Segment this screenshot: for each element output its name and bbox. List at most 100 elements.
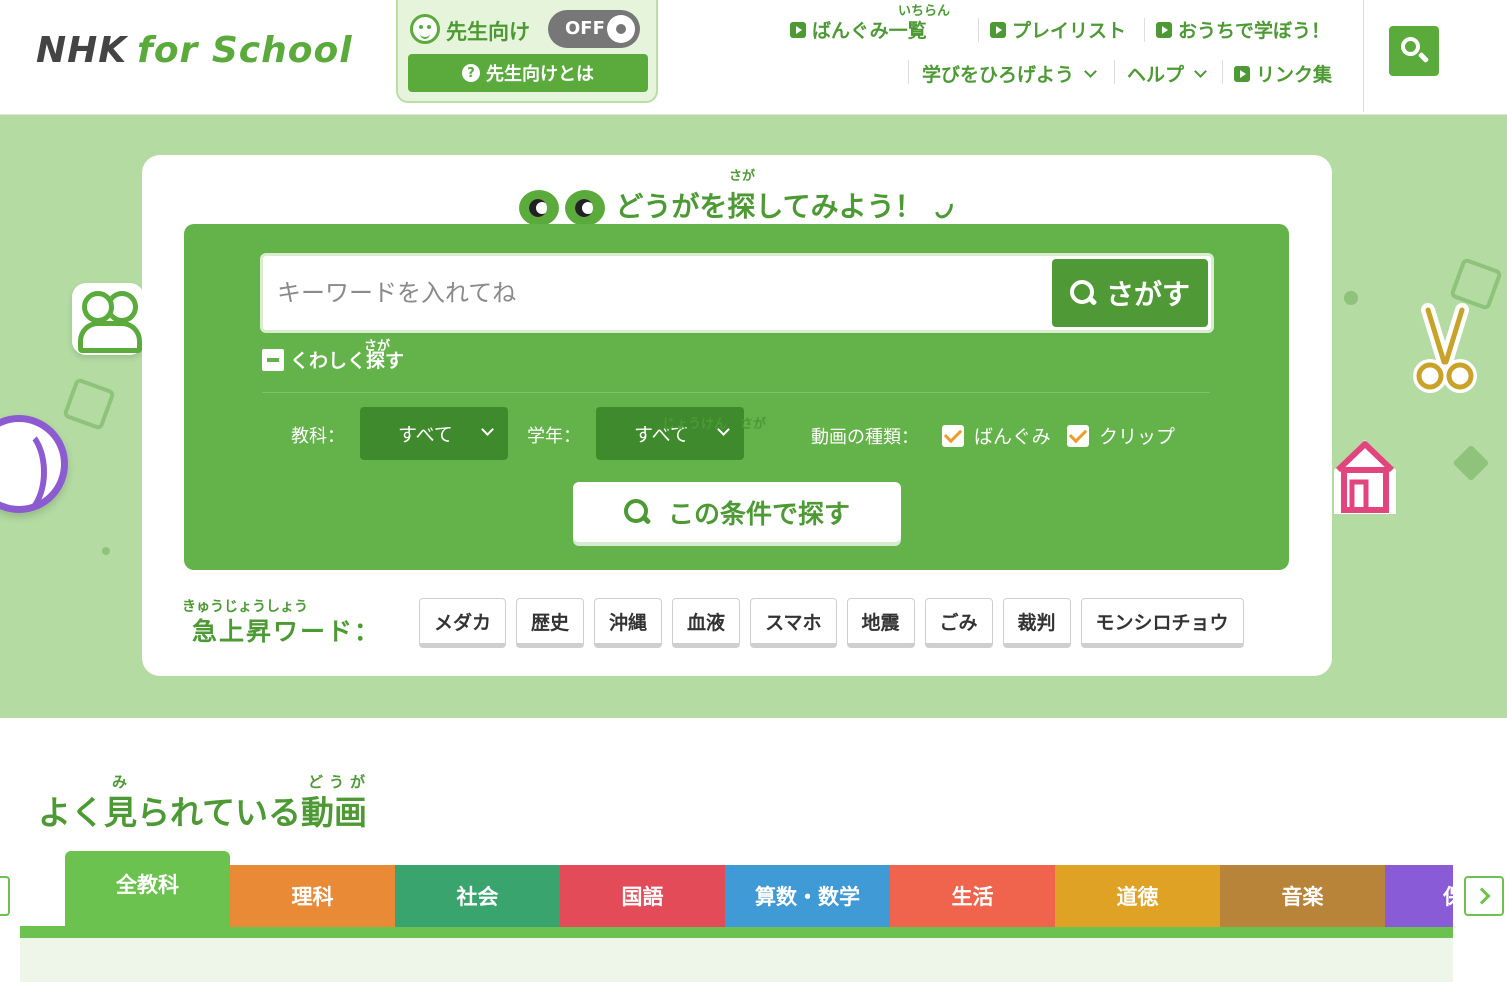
header-search-button[interactable] [1389,26,1439,76]
search-panel: さがす さが くわしく探す 教科： すべて 学年： すべて 動画の種類： [184,224,1289,570]
nav-separator [1114,60,1115,84]
people-icon [72,283,144,355]
chevron-down-icon [481,423,494,436]
house-icon [1334,440,1396,514]
trending-word-tag[interactable]: スマホ [750,598,837,648]
condition-search-button[interactable]: この条件で探す [573,482,901,542]
eyes-icon [519,190,606,226]
type-clip-checkbox[interactable]: クリップ [1067,422,1175,449]
nav-expand-learning[interactable]: 学びをひろげよう [922,60,1097,87]
star-icon [62,377,116,431]
tabs-prev-button[interactable] [0,876,10,916]
nav-program-list[interactable]: ばんぐみ一覧 [790,16,927,43]
condition-search-label: この条件で探す [667,499,850,530]
star-icon [1452,444,1490,482]
trending-word-tag[interactable]: モンシロチョウ [1080,598,1244,648]
trending-word-tag[interactable]: メダカ [419,598,507,648]
grade-filter-label: 学年： [527,426,581,447]
header-divider [1363,0,1364,112]
tab-moral-education[interactable]: 道徳 [1055,865,1220,927]
tab-japanese[interactable]: 国語 [560,865,725,927]
subject-select-value: すべて [398,424,453,446]
teacher-about-label: 先生向けとは [486,64,594,85]
trending-word-tag[interactable]: 裁判 [1002,598,1071,648]
nav-playlist[interactable]: プレイリスト [990,16,1126,43]
logo-for-school-text: for School [137,30,353,71]
collapse-icon [262,348,284,371]
trending-word-tag[interactable]: ごみ [924,598,993,648]
trending-words-list: メダカ 歴史 沖縄 血液 スマホ 地震 ごみ 裁判 モンシロチョウ [419,598,1244,648]
site-logo[interactable]: NHK for School [36,30,353,71]
trending-word-tag[interactable]: 地震 [846,598,915,648]
detail-search-label: くわしく探す [290,350,405,372]
keyword-search-input[interactable] [263,256,1053,330]
tab-life-studies[interactable]: 生活 [890,865,1055,927]
tab-math[interactable]: 算数・数学 [725,865,890,927]
teacher-mode-label: 先生向け [446,20,530,44]
search-title-text: どうがを探してみよう！ [615,190,923,223]
nav-links[interactable]: リンク集 [1234,60,1332,87]
panel-divider [262,392,1210,393]
teacher-mode-toggle[interactable]: OFF [548,10,640,48]
condition-search-ruby: じょうけん さが [662,417,767,432]
play-icon [1234,65,1250,82]
type-program-label: ばんぐみ [974,426,1051,448]
trending-word-tag[interactable]: 歴史 [516,598,585,648]
play-icon [790,21,806,38]
logo-nhk-text: NHK [36,30,128,71]
nav-separator [1144,18,1145,42]
tabs-next-button[interactable] [1464,876,1504,916]
nav-help[interactable]: ヘルプ [1127,60,1207,87]
scissors-icon [1413,303,1477,393]
nav-playlist-label: プレイリスト [1012,20,1127,42]
dot-decoration [102,547,110,555]
play-icon [990,21,1006,38]
nav-program-list-label: ばんぐみ一覧 [812,20,927,42]
question-icon: ? [462,64,480,82]
swirl-arrow-icon [931,194,957,222]
chevron-right-icon [1473,887,1491,905]
subject-select[interactable]: すべて [360,407,508,460]
detail-search-toggle[interactable]: くわしく探す [262,346,404,373]
teacher-mode-panel: 先生向け OFF ? 先生向けとは [396,0,658,103]
popular-videos-title: よく見られている動画 [38,793,368,832]
nav-learn-at-home[interactable]: おうちで学ぼう！ [1156,16,1330,43]
search-submit-button[interactable]: さがす [1052,259,1208,327]
toggle-state-text: OFF [565,18,605,39]
tab-content-area [20,938,1453,982]
search-icon [1401,37,1420,56]
nav-separator [1222,60,1223,84]
tab-all-subjects[interactable]: 全教科 [65,851,230,927]
nav-links-label: リンク集 [1256,64,1333,86]
tab-underline [20,926,1453,938]
trending-word-tag[interactable]: 沖縄 [594,598,663,648]
dot-decoration [1344,291,1358,305]
search-submit-label: さがす [1105,278,1190,311]
teacher-face-icon [410,14,440,44]
search-hero: さが どうがを探してみよう！ さがす さが くわしく探す 教科： すべて [0,115,1507,718]
video-type-label: 動画の種類： [811,427,919,448]
tab-music[interactable]: 音楽 [1220,865,1385,927]
search-title-ruby: さが [729,169,756,184]
type-program-checkbox[interactable]: ばんぐみ [942,422,1051,449]
tab-health[interactable]: 保健 [1385,865,1453,927]
nav-learn-at-home-label: おうちで学ぼう！ [1178,20,1331,42]
checkbox-checked-icon [942,424,964,447]
subject-tabs: 全教科 理科 社会 国語 算数・数学 生活 道徳 音楽 保健 [20,851,1453,982]
search-card: さが どうがを探してみよう！ さがす さが くわしく探す 教科： すべて [142,155,1332,676]
ball-icon [0,415,68,518]
nav-help-label: ヘルプ [1127,64,1185,86]
site-header: NHK for School 先生向け OFF ? 先生向けとは いちらん ばんぐ… [0,0,1507,115]
tab-social-studies[interactable]: 社会 [395,865,560,927]
chevron-down-icon [1194,64,1207,78]
search-bar: さがす [260,253,1214,333]
teacher-about-button[interactable]: ? 先生向けとは [408,54,648,92]
trending-word-tag[interactable]: 血液 [672,598,741,648]
toggle-knob [607,15,635,43]
type-clip-label: クリップ [1099,426,1176,448]
chevron-down-icon [1084,64,1097,78]
tab-science[interactable]: 理科 [230,865,395,927]
trending-words-label: 急上昇ワード： [192,617,382,646]
search-icon [1069,280,1096,306]
checkbox-checked-icon [1067,424,1089,447]
